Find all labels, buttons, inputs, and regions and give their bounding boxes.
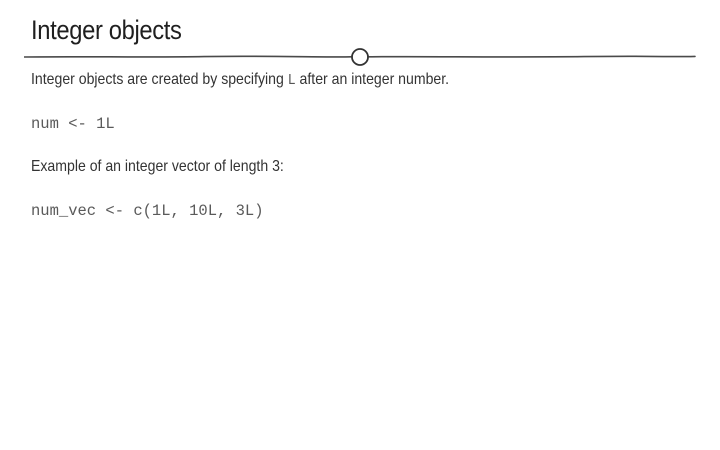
rule-circle-icon — [351, 48, 369, 66]
paragraph-example: Example of an integer vector of length 3… — [31, 158, 284, 175]
inline-code-L: L — [287, 72, 296, 89]
slide-title: Integer objects — [31, 15, 182, 45]
paragraph-intro-text-before: Integer objects are created by specifyin… — [31, 71, 288, 88]
slide: Integer objects Integer objects are crea… — [0, 0, 720, 450]
code-block-num: num <- 1L — [31, 115, 115, 133]
paragraph-intro: Integer objects are created by specifyin… — [31, 69, 449, 92]
paragraph-intro-text-after: after an integer number. — [295, 71, 450, 88]
title-rule — [24, 48, 696, 66]
code-block-num-vec: num_vec <- c(1L, 10L, 3L) — [31, 202, 264, 220]
